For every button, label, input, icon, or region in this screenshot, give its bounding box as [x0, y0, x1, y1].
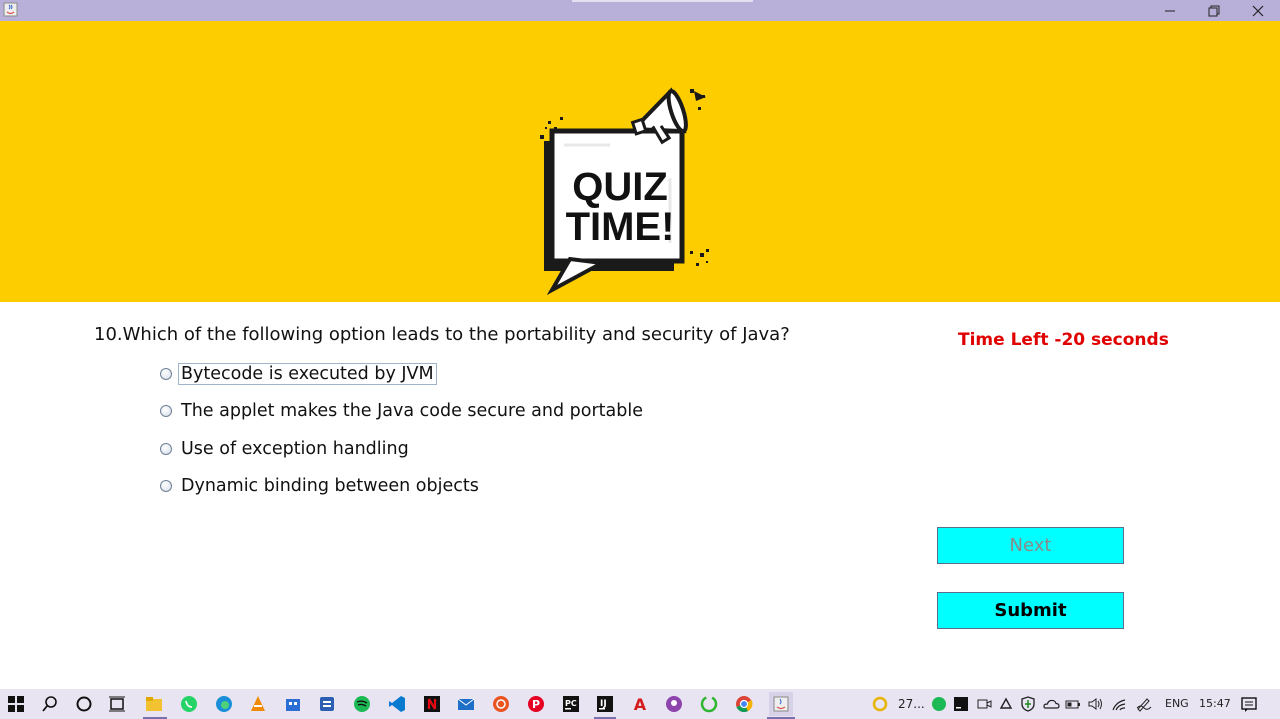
search-icon[interactable] — [41, 695, 59, 713]
pinterest-icon[interactable]: P — [527, 695, 545, 713]
defender-icon[interactable] — [1019, 695, 1037, 713]
question-text: 10.Which of the following option leads t… — [94, 324, 790, 345]
language-indicator[interactable]: ENG — [1165, 697, 1189, 710]
app-icon[interactable] — [318, 695, 336, 713]
radio-button[interactable] — [160, 480, 172, 492]
window-title-bar — [0, 0, 1280, 21]
option-1[interactable]: Bytecode is executed by JVM — [160, 361, 437, 387]
close-icon — [1252, 5, 1264, 16]
option-label[interactable]: The applet makes the Java code secure an… — [178, 400, 646, 422]
weather-icon[interactable] — [871, 695, 889, 713]
minimize-button[interactable] — [1148, 0, 1192, 21]
windows-start-icon[interactable] — [7, 695, 25, 713]
vscode-icon[interactable] — [388, 695, 406, 713]
java-app-icon — [3, 2, 18, 17]
timer-label: Time Left -20 seconds — [958, 330, 1169, 350]
vlc-icon[interactable] — [249, 695, 267, 713]
option-2[interactable]: The applet makes the Java code secure an… — [160, 398, 646, 424]
quiz-banner: QUIZ TIME! — [0, 21, 1280, 302]
spotify-icon[interactable] — [353, 695, 371, 713]
taskbar: P PC IJ A 27... ENG 15:47 — [0, 689, 1280, 719]
battery-icon[interactable] — [1064, 695, 1082, 713]
store-icon[interactable] — [284, 695, 302, 713]
option-3[interactable]: Use of exception handling — [160, 436, 412, 462]
option-label[interactable]: Use of exception handling — [178, 438, 412, 460]
restore-button[interactable] — [1192, 0, 1236, 21]
restore-icon — [1208, 5, 1220, 16]
close-button[interactable] — [1236, 0, 1280, 21]
weather-text[interactable]: 27... — [898, 697, 925, 711]
svg-text:P: P — [532, 698, 540, 711]
cortana-icon[interactable] — [75, 695, 93, 713]
pen-icon[interactable] — [1135, 695, 1153, 713]
option-label[interactable]: Bytecode is executed by JVM — [178, 363, 437, 385]
meet-now-icon[interactable] — [975, 695, 993, 713]
option-label[interactable]: Dynamic binding between objects — [178, 475, 482, 497]
java-app-taskbar-icon[interactable] — [769, 692, 793, 716]
spotify-tray-icon[interactable] — [930, 695, 948, 713]
onedrive-icon[interactable] — [1042, 695, 1060, 713]
whatsapp-icon[interactable] — [180, 695, 198, 713]
next-button[interactable]: Next — [937, 527, 1124, 564]
intellij-tray-icon[interactable] — [952, 695, 970, 713]
option-4[interactable]: Dynamic binding between objects — [160, 473, 482, 499]
app-purple-icon[interactable] — [665, 695, 683, 713]
quiz-time-logo: QUIZ TIME! — [540, 87, 709, 296]
logo-text-time: TIME! — [566, 205, 675, 249]
sync-icon[interactable] — [997, 695, 1015, 713]
netflix-icon[interactable] — [423, 695, 441, 713]
svg-text:A: A — [634, 695, 647, 713]
svg-text:IJ: IJ — [600, 699, 607, 709]
app-green-icon[interactable] — [700, 695, 718, 713]
radio-button[interactable] — [160, 405, 172, 417]
ubuntu-icon[interactable] — [492, 695, 510, 713]
notification-center-icon[interactable] — [1240, 695, 1258, 713]
acrobat-icon[interactable]: A — [631, 695, 649, 713]
svg-text:PC: PC — [565, 699, 577, 708]
chrome-icon[interactable] — [735, 695, 753, 713]
file-explorer-icon[interactable] — [145, 695, 163, 713]
pycharm-icon[interactable]: PC — [562, 695, 580, 713]
clock-time[interactable]: 15:47 — [1199, 697, 1231, 710]
radio-button[interactable] — [160, 368, 172, 380]
wifi-icon[interactable] — [1110, 695, 1128, 713]
task-view-icon[interactable] — [108, 695, 126, 713]
radio-button[interactable] — [160, 443, 172, 455]
submit-button[interactable]: Submit — [937, 592, 1124, 629]
title-strip — [572, 0, 753, 2]
volume-icon[interactable] — [1087, 695, 1105, 713]
edge-icon[interactable] — [215, 695, 233, 713]
intellij-icon[interactable]: IJ — [596, 695, 614, 713]
mail-icon[interactable] — [457, 695, 475, 713]
minimize-icon — [1165, 10, 1175, 11]
logo-text-quiz: QUIZ — [572, 165, 668, 209]
